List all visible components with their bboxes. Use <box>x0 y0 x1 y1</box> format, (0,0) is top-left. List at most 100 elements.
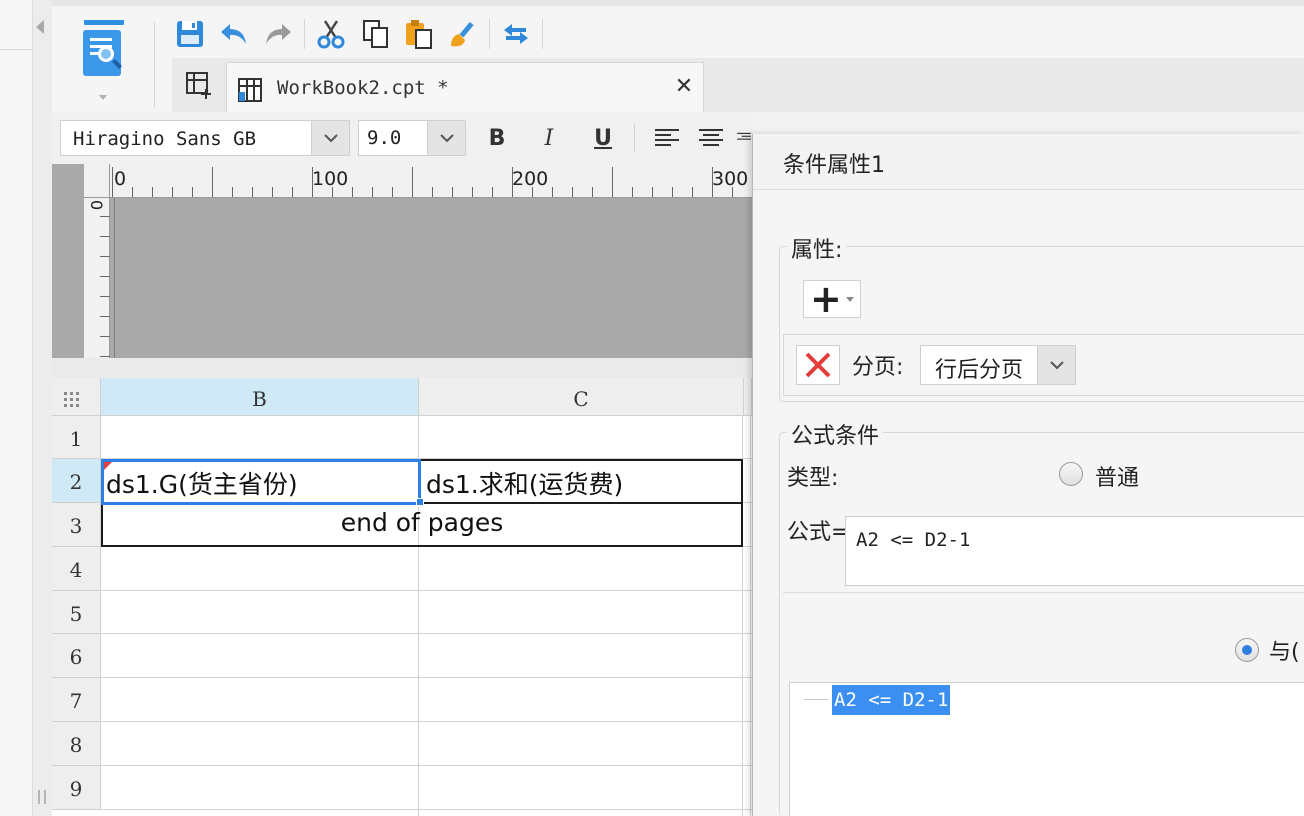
font-size-value: 9.0 <box>367 127 402 149</box>
redo-icon[interactable] <box>260 16 296 52</box>
ruler-tick <box>252 187 253 197</box>
close-tab-icon[interactable]: ✕ <box>671 73 697 101</box>
format-brush-icon[interactable] <box>445 16 481 52</box>
preview-button[interactable] <box>78 18 126 90</box>
ruler-tick <box>592 187 593 197</box>
grid-line <box>101 765 752 766</box>
ruler-tick <box>112 167 113 197</box>
ruler-tick <box>152 187 153 197</box>
font-size-select[interactable]: 9.0 <box>358 120 466 156</box>
ruler-tick <box>372 187 373 197</box>
row-header-8[interactable]: 8 <box>52 722 101 766</box>
ruler-tick <box>100 316 110 317</box>
magnifier-icon <box>98 46 114 62</box>
undo-icon[interactable] <box>216 16 252 52</box>
grid-line <box>101 590 752 591</box>
save-icon[interactable] <box>172 16 208 52</box>
main-toolbar: WorkBook2.cpt * ✕ <box>52 0 1304 112</box>
type-normal-label: 普通 <box>1095 466 1140 491</box>
row-header-1[interactable]: 1 <box>52 416 101 459</box>
page-break-value: 行后分页 <box>935 358 1024 383</box>
italic-button[interactable]: I <box>532 122 566 154</box>
report-grid[interactable]: B C 123456789 ds1.G(货主省份) ds1.求和(运货费) en… <box>52 378 752 816</box>
column-header-c[interactable]: C <box>419 378 744 416</box>
horizontal-ruler: 0 100 200 300 <box>110 164 753 198</box>
ruler-tick <box>552 187 553 197</box>
ruler-tick <box>212 167 213 197</box>
ruler-tick <box>432 187 433 197</box>
page-canvas <box>114 198 752 358</box>
join-and-radio[interactable] <box>1235 638 1259 662</box>
row-header-9[interactable]: 9 <box>52 766 101 810</box>
condition-tree[interactable]: A2 <= D2-1 <box>789 682 1304 816</box>
row-header-7[interactable]: 7 <box>52 678 101 722</box>
grid-line <box>101 633 752 634</box>
bold-button[interactable]: B <box>480 122 514 154</box>
left-panel-header <box>0 0 32 50</box>
fill-handle[interactable] <box>416 498 424 506</box>
align-center-button[interactable] <box>694 122 728 154</box>
align-left-button[interactable] <box>650 122 684 154</box>
cut-icon[interactable] <box>313 16 349 52</box>
delete-x-icon <box>805 352 831 378</box>
chevron-down-icon[interactable] <box>427 121 465 155</box>
row-header-4[interactable]: 4 <box>52 547 101 591</box>
ruler-tick <box>172 187 173 197</box>
dropdown-triangle-icon <box>846 297 854 302</box>
cell-c2[interactable]: ds1.求和(运货费) <box>426 465 623 501</box>
row-header-5[interactable]: 5 <box>52 591 101 634</box>
format-toolbar: Hiragino Sans GB 9.0 B I U <box>52 112 752 164</box>
plus-icon: + <box>810 277 842 321</box>
formula-input[interactable]: A2 <= D2-1 <box>845 516 1304 586</box>
collapse-left-icon[interactable] <box>36 20 44 34</box>
ruler-tick <box>332 187 333 197</box>
chevron-down-icon[interactable] <box>311 121 349 155</box>
left-panel-splitter[interactable] <box>32 0 52 816</box>
page-break-select[interactable]: 行后分页 <box>920 345 1076 385</box>
row-header-2[interactable]: 2 <box>52 459 101 503</box>
properties-label: 属性: <box>787 232 847 264</box>
ruler-label: 300 <box>712 168 749 190</box>
new-report-button[interactable] <box>172 58 226 112</box>
align-right-button[interactable] <box>736 122 752 154</box>
column-header-d[interactable] <box>744 378 752 416</box>
tab-title: WorkBook2.cpt * <box>277 77 449 99</box>
paste-icon[interactable] <box>401 16 437 52</box>
ruler-label: 200 <box>512 168 549 190</box>
ruler-tick <box>232 187 233 197</box>
ruler-tick <box>352 187 353 197</box>
underline-button[interactable]: U <box>586 122 620 154</box>
splitter-grip-icon[interactable] <box>38 790 46 804</box>
ruler-tick <box>312 167 313 197</box>
condition-tree-item[interactable]: A2 <= D2-1 <box>832 685 951 715</box>
row-header-6[interactable]: 6 <box>52 634 101 678</box>
ruler-corner <box>84 164 110 198</box>
copy-icon[interactable] <box>357 16 393 52</box>
column-header-b[interactable]: B <box>101 378 419 416</box>
ruler-tick <box>672 187 673 197</box>
delete-property-button[interactable] <box>796 345 840 385</box>
font-family-select[interactable]: Hiragino Sans GB <box>60 120 350 156</box>
ruler-tick <box>692 187 693 197</box>
preview-dropdown-icon[interactable] <box>99 95 107 100</box>
grid-line <box>101 809 752 810</box>
type-normal-radio[interactable] <box>1059 462 1083 486</box>
ruler-tick <box>100 276 110 277</box>
workbook-icon <box>238 78 262 102</box>
cell-b2[interactable]: ds1.G(货主省份) <box>106 465 298 501</box>
tab-workbook2[interactable]: WorkBook2.cpt * ✕ <box>226 62 704 112</box>
formula-value: A2 <= D2-1 <box>856 529 971 551</box>
cell-b3[interactable]: end of pages <box>101 508 743 537</box>
left-panel-collapsed <box>0 0 52 816</box>
ruler-tick <box>472 187 473 197</box>
ruler-label: 0 <box>114 168 127 190</box>
formula-condition-label: 公式条件 <box>787 418 884 450</box>
swap-icon[interactable] <box>498 16 534 52</box>
ruler-tick <box>100 296 110 297</box>
select-all-corner[interactable] <box>52 378 101 416</box>
type-label: 类型: <box>787 466 839 491</box>
grid-line <box>101 721 752 722</box>
add-property-button[interactable]: + <box>803 277 861 321</box>
row-header-3[interactable]: 3 <box>52 503 101 547</box>
chevron-down-icon[interactable] <box>1037 346 1075 384</box>
